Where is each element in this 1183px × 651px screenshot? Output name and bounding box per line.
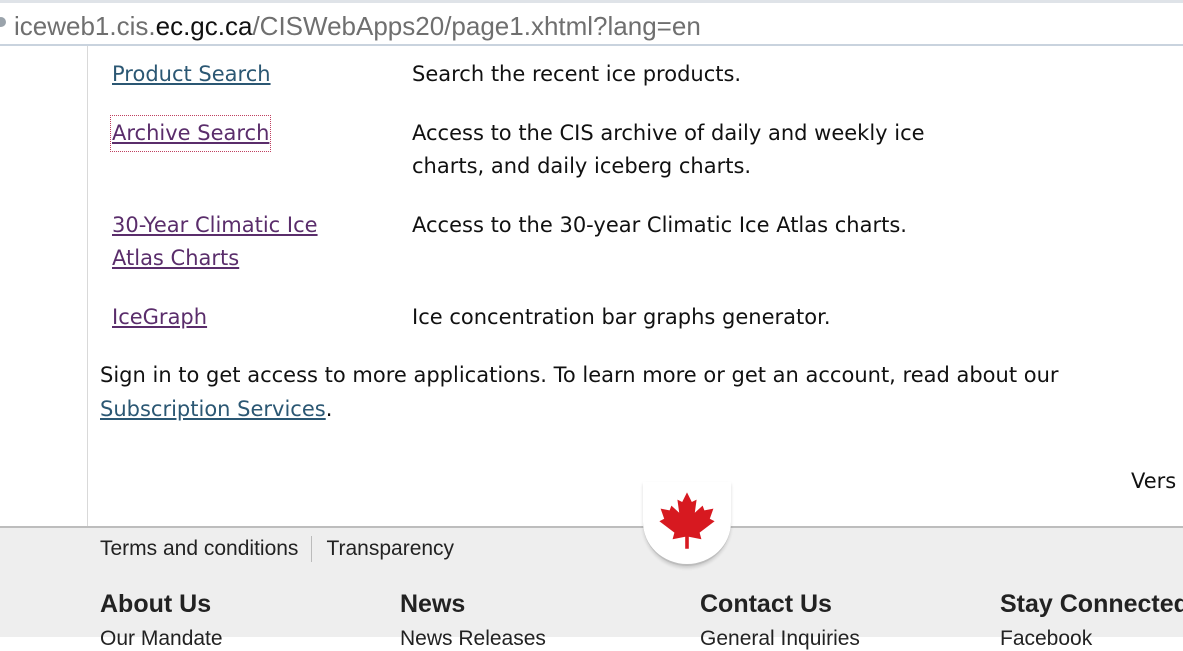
- terms-and-conditions-link[interactable]: Terms and conditions: [100, 537, 298, 560]
- footer-link-facebook[interactable]: Facebook: [1000, 627, 1092, 651]
- version-text: Vers: [1131, 469, 1177, 493]
- product-search-link[interactable]: Product Search: [112, 58, 372, 91]
- transparency-link[interactable]: Transparency: [326, 537, 454, 560]
- footer-link-news-releases[interactable]: News Releases: [400, 627, 546, 651]
- maple-leaf-icon: [659, 492, 715, 549]
- signin-end: .: [325, 397, 333, 421]
- footer-link-divider: [311, 536, 313, 563]
- footer-link-our-mandate[interactable]: Our Mandate: [100, 627, 223, 651]
- address-bar[interactable]: iceweb1.cis.ec.gc.ca/CISWebApps20/page1.…: [0, 0, 1183, 46]
- climatic-ice-atlas-description: Access to the 30-year Climatic Ice Atlas…: [412, 213, 907, 237]
- footer-links: Terms and conditions Transparency: [100, 535, 454, 563]
- footer-heading-contact-us: Contact Us: [700, 590, 832, 618]
- content-left-border: [87, 46, 88, 528]
- signin-paragraph: Sign in to get access to more applicatio…: [100, 358, 1170, 426]
- archive-search-description: Access to the CIS archive of daily and w…: [412, 121, 925, 178]
- url-domain: ec.gc.ca: [155, 11, 253, 41]
- canada-badge: [643, 482, 731, 566]
- url-prefix: iceweb1.cis.: [14, 11, 156, 41]
- subscription-services-link[interactable]: Subscription Services: [100, 397, 326, 421]
- footer-heading-about-us: About Us: [100, 590, 212, 618]
- page-info-icon[interactable]: [0, 17, 6, 27]
- footer-heading-news: News: [400, 590, 466, 618]
- url-path: /CISWebApps20/page1.xhtml?lang=en: [252, 11, 701, 41]
- climatic-ice-atlas-link[interactable]: 30-Year Climatic Ice Atlas Charts: [112, 209, 357, 275]
- footer-link-general-inquiries[interactable]: General Inquiries: [700, 627, 860, 651]
- product-search-description: Search the recent ice products.: [412, 62, 742, 86]
- footer-heading-stay-connected: Stay Connected: [1000, 590, 1183, 618]
- archive-search-link[interactable]: Archive Search: [109, 115, 272, 152]
- icegraph-link[interactable]: IceGraph: [112, 301, 372, 334]
- signin-text: Sign in to get access to more applicatio…: [100, 363, 1059, 387]
- icegraph-description: Ice concentration bar graphs generator.: [412, 305, 831, 329]
- url-text[interactable]: iceweb1.cis.ec.gc.ca/CISWebApps20/page1.…: [14, 11, 701, 41]
